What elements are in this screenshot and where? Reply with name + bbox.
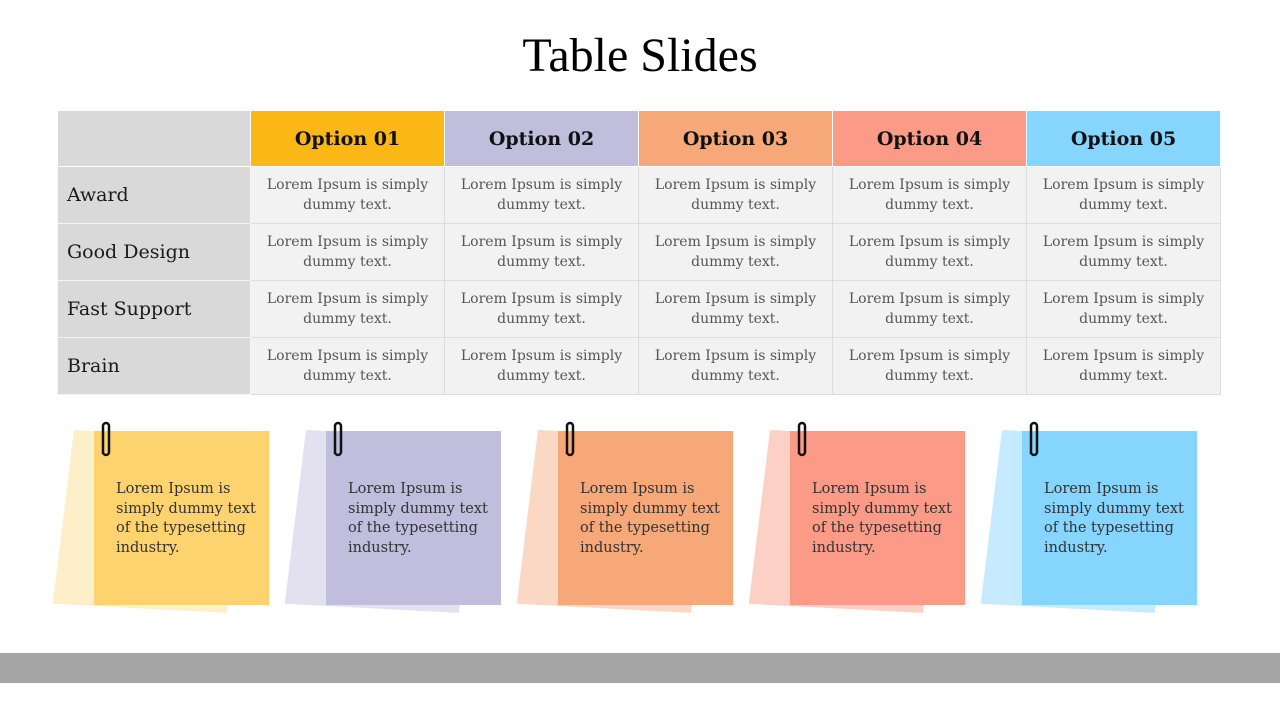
table-cell: Lorem Ipsum is simply dummy text. [250,280,445,338]
table-cell: Lorem Ipsum is simply dummy text. [832,280,1027,338]
table-cell: Lorem Ipsum is simply dummy text. [1026,166,1221,224]
row-label: Good Design [57,223,251,281]
comparison-table: Option 01 Option 02 Option 03 Option 04 … [57,110,1221,395]
sticky-note: Lorem Ipsum is simply dummy text of the … [980,416,1202,626]
header-option-02: Option 02 [444,110,639,167]
corner-cell [57,110,251,167]
sticky-note: Lorem Ipsum is simply dummy text of the … [748,416,970,626]
paperclip-icon [333,421,343,457]
paperclip-icon [797,421,807,457]
table-cell: Lorem Ipsum is simply dummy text. [1026,223,1221,281]
table-cell: Lorem Ipsum is simply dummy text. [1026,337,1221,395]
sticky-notes-row: Lorem Ipsum is simply dummy text of the … [0,416,1280,636]
table-row: Brain Lorem Ipsum is simply dummy text. … [57,337,1221,395]
table-row: Fast Support Lorem Ipsum is simply dummy… [57,280,1221,338]
slide-title: Table Slides [522,29,758,82]
note-text: Lorem Ipsum is simply dummy text of the … [348,481,488,556]
table-cell: Lorem Ipsum is simply dummy text. [444,280,639,338]
paperclip-icon [101,421,111,457]
header-row: Option 01 Option 02 Option 03 Option 04 … [57,110,1221,167]
row-label: Brain [57,337,251,395]
table-cell: Lorem Ipsum is simply dummy text. [638,280,833,338]
sticky-note: Lorem Ipsum is simply dummy text of the … [516,416,738,626]
sticky-note: Lorem Ipsum is simply dummy text of the … [284,416,506,626]
table-cell: Lorem Ipsum is simply dummy text. [832,223,1027,281]
header-option-05: Option 05 [1026,110,1221,167]
table-row: Award Lorem Ipsum is simply dummy text. … [57,166,1221,224]
table-cell: Lorem Ipsum is simply dummy text. [638,166,833,224]
note-text: Lorem Ipsum is simply dummy text of the … [116,481,256,556]
row-label: Award [57,166,251,224]
header-option-01: Option 01 [250,110,445,167]
table-cell: Lorem Ipsum is simply dummy text. [444,166,639,224]
paperclip-icon [565,421,575,457]
table-cell: Lorem Ipsum is simply dummy text. [832,337,1027,395]
table-cell: Lorem Ipsum is simply dummy text. [444,223,639,281]
note-text: Lorem Ipsum is simply dummy text of the … [812,481,952,556]
note-text: Lorem Ipsum is simply dummy text of the … [1044,481,1184,556]
table-cell: Lorem Ipsum is simply dummy text. [1026,280,1221,338]
sticky-note: Lorem Ipsum is simply dummy text of the … [52,416,274,626]
header-option-04: Option 04 [832,110,1027,167]
table-cell: Lorem Ipsum is simply dummy text. [832,166,1027,224]
table-cell: Lorem Ipsum is simply dummy text. [250,166,445,224]
table-cell: Lorem Ipsum is simply dummy text. [638,223,833,281]
table-cell: Lorem Ipsum is simply dummy text. [444,337,639,395]
footer-bar [0,653,1280,683]
table-cell: Lorem Ipsum is simply dummy text. [250,223,445,281]
note-text: Lorem Ipsum is simply dummy text of the … [580,481,720,556]
table-row: Good Design Lorem Ipsum is simply dummy … [57,223,1221,281]
table-cell: Lorem Ipsum is simply dummy text. [250,337,445,395]
header-option-03: Option 03 [638,110,833,167]
table-cell: Lorem Ipsum is simply dummy text. [638,337,833,395]
row-label: Fast Support [57,280,251,338]
paperclip-icon [1029,421,1039,457]
